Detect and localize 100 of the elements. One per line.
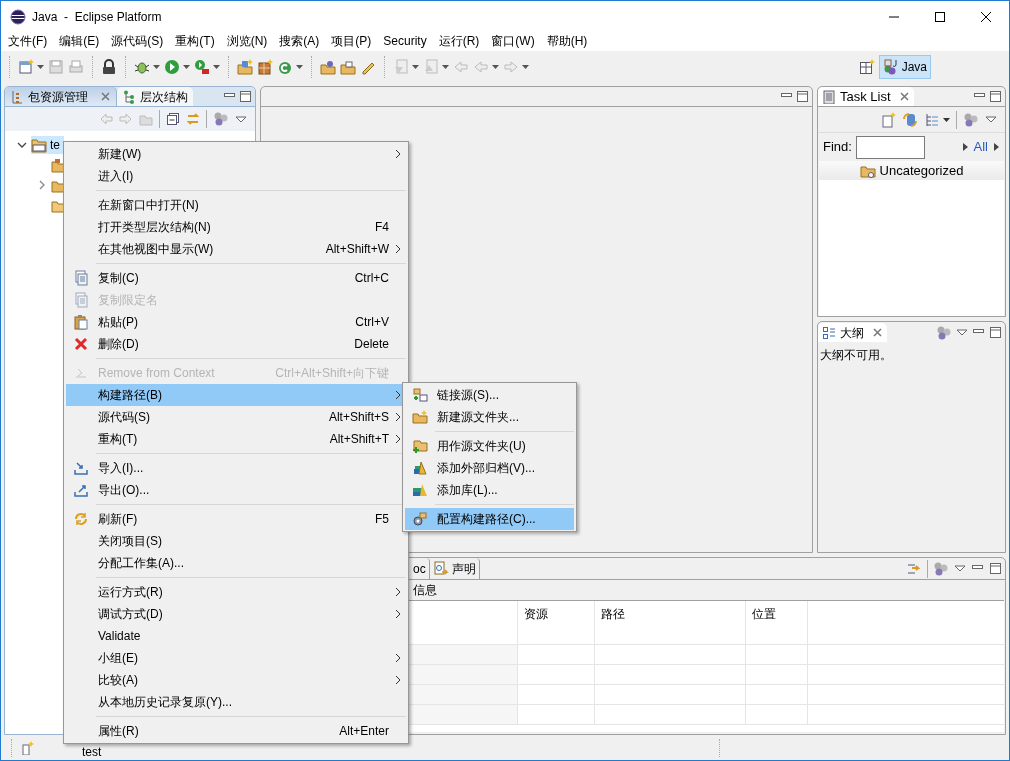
view-tab[interactable]: 大纲 bbox=[818, 323, 887, 342]
dropdown-caret-icon[interactable] bbox=[153, 65, 160, 69]
expanded-chevron-icon[interactable] bbox=[17, 140, 27, 150]
menu-item[interactable]: 小组(E) bbox=[66, 647, 406, 669]
view-menu-icon[interactable] bbox=[985, 115, 997, 124]
menu-item[interactable]: 比较(A) bbox=[66, 669, 406, 691]
menu-item[interactable]: 关闭项目(S) bbox=[66, 530, 406, 552]
view-tab[interactable]: oc bbox=[410, 558, 430, 579]
new-task-icon[interactable] bbox=[880, 111, 896, 128]
menu-item[interactable]: 调试方式(D) bbox=[66, 603, 406, 625]
view-tab[interactable]: 包资源管理 bbox=[5, 87, 117, 106]
view-tab[interactable]: Task List bbox=[818, 87, 914, 106]
open-folder-icon[interactable] bbox=[340, 59, 356, 75]
menu-item[interactable]: 打开类型层次结构(N) F4 bbox=[66, 216, 406, 238]
menu-item[interactable]: 项目(P) bbox=[325, 32, 378, 51]
menu-item[interactable]: 源代码(S) Alt+Shift+S bbox=[66, 406, 406, 428]
maximize-icon[interactable] bbox=[989, 562, 1002, 575]
lock-icon[interactable] bbox=[101, 59, 117, 75]
run-icon[interactable] bbox=[164, 59, 180, 75]
menu-item[interactable]: 添加外部归档(V)... bbox=[405, 457, 574, 479]
menu-item[interactable]: 刷新(F) F5 bbox=[66, 508, 406, 530]
close-icon[interactable] bbox=[898, 91, 910, 102]
collapse-all-icon[interactable] bbox=[166, 112, 180, 126]
menu-item[interactable]: 复制(C) Ctrl+C bbox=[66, 267, 406, 289]
perspective-button[interactable]: Java bbox=[878, 55, 931, 79]
view-tab[interactable]: 声明 bbox=[429, 558, 480, 579]
maximize-icon[interactable] bbox=[989, 326, 1002, 339]
menu-item[interactable]: 新建源文件夹... bbox=[405, 406, 574, 428]
menu-item[interactable]: 浏览(N) bbox=[220, 32, 274, 51]
menu-item[interactable]: 删除(D) Delete bbox=[66, 333, 406, 355]
menu-item[interactable]: Security bbox=[377, 32, 433, 51]
menu-item[interactable]: 源代码(S) bbox=[105, 32, 170, 51]
problem-summary: 信息 bbox=[413, 582, 437, 599]
menu-item[interactable]: 分配工作集(A)... bbox=[66, 552, 406, 574]
maximize-icon[interactable] bbox=[796, 90, 809, 103]
menu-item[interactable]: 导入(I)... bbox=[66, 457, 406, 479]
column-header[interactable]: 资源 bbox=[518, 601, 595, 644]
new-project-icon[interactable] bbox=[237, 59, 253, 75]
category-row[interactable]: Uncategorized bbox=[819, 161, 1004, 180]
new-icon[interactable] bbox=[18, 59, 34, 75]
focus-icon[interactable] bbox=[213, 111, 229, 127]
menu-item[interactable]: 窗口(W) bbox=[485, 32, 541, 51]
menu-item[interactable]: 链接源(S)... bbox=[405, 384, 574, 406]
dropdown-caret-icon[interactable] bbox=[522, 65, 529, 69]
maximize-icon[interactable] bbox=[989, 90, 1002, 103]
menu-item[interactable]: 在新窗口中打开(N) bbox=[66, 194, 406, 216]
menu-item[interactable]: 添加库(L)... bbox=[405, 479, 574, 501]
menu-item[interactable]: 文件(F) bbox=[2, 32, 54, 51]
play-icon[interactable] bbox=[962, 143, 968, 151]
open-type-icon[interactable] bbox=[320, 59, 336, 75]
view-menu-icon[interactable] bbox=[954, 564, 966, 573]
dropdown-caret-icon[interactable] bbox=[37, 65, 44, 69]
fast-view-icon[interactable] bbox=[20, 741, 34, 755]
play-icon[interactable] bbox=[994, 143, 999, 151]
menu-item[interactable]: 编辑(E) bbox=[53, 32, 106, 51]
dropdown-caret-icon[interactable] bbox=[492, 65, 499, 69]
menu-item[interactable]: 帮助(H) bbox=[540, 32, 594, 51]
view-tab[interactable]: 层次结构 bbox=[117, 87, 193, 106]
column-header[interactable]: 位置 bbox=[746, 601, 808, 644]
close-icon[interactable] bbox=[872, 327, 883, 338]
synchronize-icon[interactable] bbox=[902, 111, 918, 128]
menu-item[interactable]: 导出(O)... bbox=[66, 479, 406, 501]
view-menu-icon[interactable] bbox=[235, 114, 247, 124]
focus-icon[interactable] bbox=[963, 111, 979, 128]
menu-item[interactable]: 用作源文件夹(U) bbox=[405, 435, 574, 457]
menu-item[interactable]: 重构(T) Alt+Shift+T bbox=[66, 428, 406, 450]
menu-item[interactable]: Validate bbox=[66, 625, 406, 647]
dropdown-caret-icon[interactable] bbox=[183, 65, 190, 69]
collapsed-chevron-icon[interactable] bbox=[37, 180, 47, 190]
menu-item[interactable]: 进入(I) bbox=[66, 165, 406, 187]
menu-item[interactable]: 运行(R) bbox=[432, 32, 486, 51]
focus-icon[interactable] bbox=[933, 560, 949, 577]
focus-icon[interactable] bbox=[936, 324, 952, 341]
menu-item[interactable]: 粘贴(P) Ctrl+V bbox=[66, 311, 406, 333]
dropdown-caret-icon[interactable] bbox=[296, 65, 303, 69]
bug-icon[interactable] bbox=[134, 59, 150, 75]
dropdown-caret-icon[interactable] bbox=[412, 65, 419, 69]
menu-item[interactable]: 重构(T) bbox=[169, 32, 221, 51]
view-menu-icon[interactable] bbox=[956, 328, 968, 337]
menu-item[interactable]: 在其他视图中显示(W) Alt+Shift+W bbox=[66, 238, 406, 260]
books-icon bbox=[412, 482, 428, 498]
dropdown-caret-icon[interactable] bbox=[213, 65, 220, 69]
find-field[interactable] bbox=[855, 135, 925, 159]
open-perspective-icon[interactable] bbox=[858, 59, 875, 75]
menu-item[interactable]: 新建(W) bbox=[66, 143, 406, 165]
menu-item[interactable]: 运行方式(R) bbox=[66, 581, 406, 603]
new-class-icon[interactable] bbox=[277, 59, 293, 75]
maximize-icon[interactable] bbox=[239, 90, 252, 103]
menu-item[interactable]: 搜索(A) bbox=[273, 32, 326, 51]
menu-item[interactable]: 从本地历史记录复原(Y)... bbox=[66, 691, 406, 713]
all-link[interactable]: All bbox=[973, 137, 988, 157]
new-package-icon[interactable] bbox=[257, 59, 273, 75]
menu-item[interactable]: 属性(R) Alt+Enter bbox=[66, 720, 406, 742]
column-header[interactable]: 路径 bbox=[595, 601, 746, 644]
tree-item[interactable]: te bbox=[31, 136, 64, 154]
dropdown-caret-icon[interactable] bbox=[442, 65, 449, 69]
dropdown-caret-icon[interactable] bbox=[943, 117, 950, 122]
menu-item[interactable]: 配置构建路径(C)... bbox=[405, 508, 574, 530]
run-tool-icon[interactable] bbox=[194, 59, 210, 75]
close-icon[interactable] bbox=[100, 91, 111, 102]
